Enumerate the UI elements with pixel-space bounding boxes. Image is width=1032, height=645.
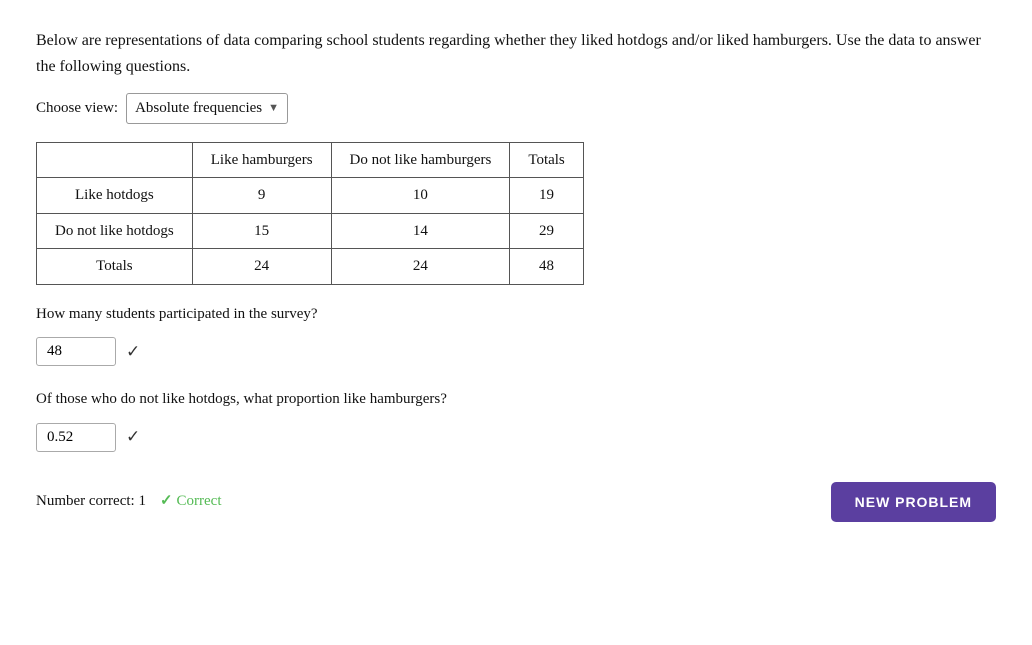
table-cell-1-0: 15 — [192, 213, 331, 249]
bottom-bar: Number correct: 1 ✓ Correct NEW PROBLEM — [36, 482, 996, 522]
table-cell-0-2: 19 — [510, 178, 583, 214]
table-cell-1-2: 29 — [510, 213, 583, 249]
correct-status: ✓ Correct — [160, 490, 222, 513]
table-cell-2-1: 24 — [331, 249, 510, 285]
table-col-header-2: Totals — [510, 142, 583, 178]
question1-answer-row: ✓ — [36, 337, 996, 366]
table-cell-2-0: 24 — [192, 249, 331, 285]
choose-view-row: Choose view: Absolute frequencies ▼ — [36, 93, 996, 124]
table-row: Do not like hotdogs 15 14 29 — [37, 213, 584, 249]
table-row-label-1: Do not like hotdogs — [37, 213, 193, 249]
view-dropdown-value: Absolute frequencies — [135, 97, 262, 120]
table-row-label-0: Like hotdogs — [37, 178, 193, 214]
question2-input[interactable] — [36, 423, 116, 452]
question1-text: How many students participated in the su… — [36, 303, 996, 326]
question2-checkmark: ✓ — [126, 424, 140, 450]
table-col-header-0: Like hamburgers — [192, 142, 331, 178]
table-cell-2-2: 48 — [510, 249, 583, 285]
table-col-header-1: Do not like hamburgers — [331, 142, 510, 178]
table-cell-0-1: 10 — [331, 178, 510, 214]
view-dropdown[interactable]: Absolute frequencies ▼ — [126, 93, 288, 124]
table-cell-0-0: 9 — [192, 178, 331, 214]
chevron-down-icon: ▼ — [268, 100, 279, 117]
table-row-label-2: Totals — [37, 249, 193, 285]
bottom-left: Number correct: 1 ✓ Correct — [36, 490, 222, 513]
table-corner-cell — [37, 142, 193, 178]
table-row: Totals 24 24 48 — [37, 249, 584, 285]
question2-answer-row: ✓ — [36, 423, 996, 452]
question1-input[interactable] — [36, 337, 116, 366]
question2-text: Of those who do not like hotdogs, what p… — [36, 388, 996, 411]
intro-text: Below are representations of data compar… — [36, 28, 996, 79]
new-problem-button[interactable]: NEW PROBLEM — [831, 482, 996, 522]
number-correct-label: Number correct: 1 — [36, 490, 146, 513]
correct-check-icon: ✓ — [160, 490, 173, 513]
question1-checkmark: ✓ — [126, 339, 140, 365]
table-row: Like hotdogs 9 10 19 — [37, 178, 584, 214]
data-table: Like hamburgers Do not like hamburgers T… — [36, 142, 584, 285]
correct-text: Correct — [177, 490, 222, 513]
table-cell-1-1: 14 — [331, 213, 510, 249]
choose-view-label: Choose view: — [36, 97, 118, 120]
